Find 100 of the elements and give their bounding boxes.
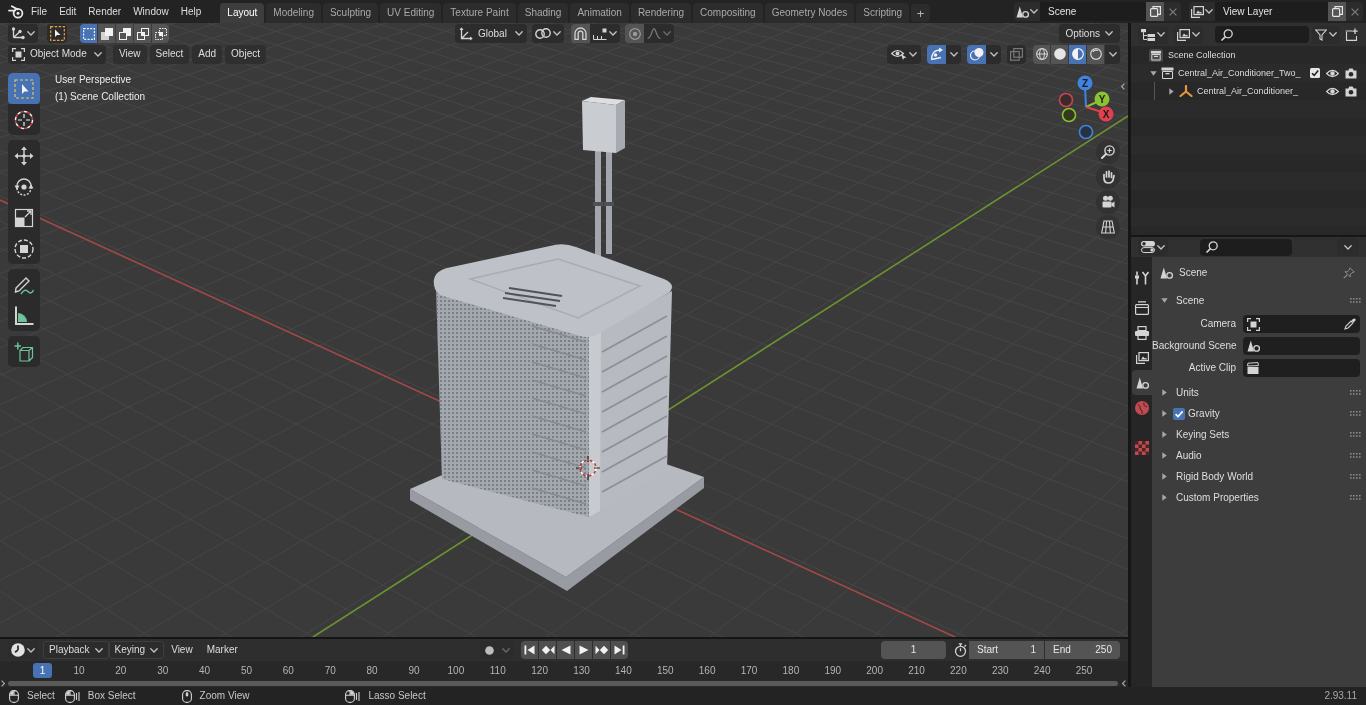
- playhead-badge[interactable]: 1: [33, 663, 52, 678]
- panel-header[interactable]: Gravity: [1152, 403, 1366, 424]
- editor-type-button[interactable]: [1138, 25, 1168, 44]
- search-field[interactable]: [1200, 238, 1292, 256]
- workspace-tab[interactable]: Modeling: [266, 3, 321, 23]
- menu-item[interactable]: File: [25, 2, 54, 21]
- dropdown-button[interactable]: [986, 44, 1001, 64]
- workspace-tab[interactable]: Geometry Nodes: [764, 3, 855, 23]
- tool-button[interactable]: [8, 300, 40, 331]
- shading-mode-button[interactable]: [1051, 44, 1068, 64]
- filter-dropdown[interactable]: [1312, 25, 1340, 44]
- panel-header[interactable]: Keying Sets: [1152, 424, 1366, 445]
- menu-item[interactable]: Help: [174, 2, 208, 21]
- dropdown-button[interactable]: [1337, 238, 1359, 256]
- eye-icon[interactable]: [1326, 86, 1339, 96]
- workspace-tab[interactable]: Shading: [517, 3, 569, 23]
- tree-item[interactable]: Central_Air_Conditioner_: [1197, 86, 1299, 96]
- display-mode-dropdown[interactable]: [1174, 25, 1203, 44]
- workspace-tab[interactable]: Rendering: [630, 3, 692, 23]
- duplicate-button[interactable]: [1328, 2, 1346, 21]
- workspace-tab[interactable]: Animation: [570, 3, 629, 23]
- axis-handle[interactable]: Y: [1094, 91, 1110, 107]
- view-layer-name-field[interactable]: View Layer: [1215, 2, 1328, 21]
- projection-toggle-button[interactable]: [1096, 215, 1120, 239]
- menu-dropdown[interactable]: Playback: [43, 641, 109, 659]
- falloff-dropdown[interactable]: [644, 24, 674, 43]
- jump-end-button[interactable]: [611, 641, 628, 659]
- data-block-field[interactable]: [1243, 359, 1360, 377]
- axis-handle[interactable]: Z: [1077, 75, 1093, 91]
- eyedropper-icon[interactable]: [1344, 318, 1356, 330]
- checkbox[interactable]: [1173, 407, 1185, 420]
- tool-button[interactable]: [8, 104, 40, 135]
- zoom-button[interactable]: [1096, 140, 1120, 164]
- proportional-edit-button[interactable]: [625, 24, 644, 43]
- pan-button[interactable]: [1096, 165, 1120, 189]
- add-workspace-button[interactable]: +: [911, 4, 931, 22]
- eye-icon[interactable]: [1326, 68, 1339, 78]
- panel-header[interactable]: Rigid Body World: [1152, 466, 1366, 487]
- checkbox[interactable]: [1310, 68, 1320, 78]
- menu-item[interactable]: Add: [192, 44, 223, 64]
- workspace-tab[interactable]: Compositing: [693, 3, 763, 23]
- tool-button[interactable]: [8, 233, 40, 264]
- snap-toggle-button[interactable]: [571, 24, 590, 43]
- workspace-tab[interactable]: Texture Paint: [443, 3, 516, 23]
- preview-range-button[interactable]: [952, 641, 969, 659]
- jump-start-button[interactable]: [521, 641, 538, 659]
- panel-header[interactable]: Scene: [1152, 290, 1366, 311]
- camera-icon[interactable]: [1345, 67, 1357, 79]
- axis-handle[interactable]: [1061, 107, 1077, 123]
- menu-item[interactable]: Marker: [199, 641, 245, 659]
- menu-item[interactable]: Object: [225, 44, 266, 64]
- panel-header[interactable]: Units: [1152, 382, 1366, 403]
- overlay-toggle-button[interactable]: [967, 44, 986, 64]
- data-block-menu-button[interactable]: [1189, 2, 1215, 21]
- options-dropdown[interactable]: Options: [1058, 24, 1120, 43]
- axis-handle[interactable]: [1078, 124, 1094, 140]
- selection-mode-button[interactable]: [116, 24, 133, 43]
- editor-type-button[interactable]: [1138, 238, 1168, 256]
- shading-mode-button[interactable]: [1033, 44, 1050, 64]
- current-frame-field[interactable]: 1: [881, 641, 946, 659]
- menu-item[interactable]: View: [113, 44, 147, 64]
- pivot-point-dropdown[interactable]: [532, 24, 564, 43]
- workspace-tab[interactable]: Layout: [220, 3, 265, 23]
- 3d-viewport[interactable]: Global Options Object Mode View Select Add Object User Perspective (1) Scene Collection Z Y X: [0, 23, 1128, 637]
- selection-mode-button[interactable]: [134, 24, 151, 43]
- navigation-gizmo[interactable]: Z Y X: [1057, 74, 1115, 140]
- selection-mode-button[interactable]: [98, 24, 115, 43]
- tool-button[interactable]: [8, 336, 40, 367]
- pin-icon[interactable]: [1343, 267, 1355, 279]
- menu-dropdown[interactable]: Keying: [108, 641, 165, 659]
- visibility-dropdown[interactable]: [887, 44, 921, 64]
- data-block-field[interactable]: [1243, 315, 1360, 333]
- menu-item[interactable]: Window: [127, 2, 175, 21]
- menu-item[interactable]: Select: [149, 44, 190, 64]
- play-reverse-button[interactable]: [557, 641, 574, 659]
- tree-item[interactable]: Scene Collection: [1168, 50, 1236, 60]
- axis-handle[interactable]: X: [1098, 106, 1114, 122]
- remove-button[interactable]: [1346, 2, 1363, 21]
- remove-button[interactable]: [1164, 2, 1181, 21]
- logo-icon[interactable]: [8, 4, 24, 19]
- tree-item[interactable]: Central_Air_Conditioner_Two_: [1178, 68, 1301, 78]
- triangle-down-icon[interactable]: [1150, 70, 1157, 76]
- properties-tab[interactable]: [1132, 370, 1152, 395]
- end-frame-field[interactable]: End 250: [1045, 641, 1120, 659]
- menu-item[interactable]: Edit: [53, 2, 83, 21]
- selection-mode-button[interactable]: [80, 24, 97, 43]
- dropdown-button[interactable]: [1105, 44, 1120, 64]
- dropdown-button[interactable]: [946, 44, 961, 64]
- duplicate-button[interactable]: [1146, 2, 1164, 21]
- tool-button[interactable]: [8, 73, 40, 104]
- play-button[interactable]: [575, 641, 592, 659]
- data-block-field[interactable]: [1243, 337, 1360, 355]
- scene-name-field[interactable]: Scene: [1040, 2, 1146, 21]
- xray-toggle-button[interactable]: [1007, 44, 1026, 64]
- axis-handle[interactable]: [1058, 92, 1074, 108]
- data-block-menu-button[interactable]: [1014, 2, 1040, 21]
- editor-type-button[interactable]: [8, 24, 38, 43]
- snap-target-dropdown[interactable]: [590, 24, 620, 43]
- tool-button[interactable]: [8, 140, 40, 171]
- previous-keyframe-button[interactable]: [539, 641, 556, 659]
